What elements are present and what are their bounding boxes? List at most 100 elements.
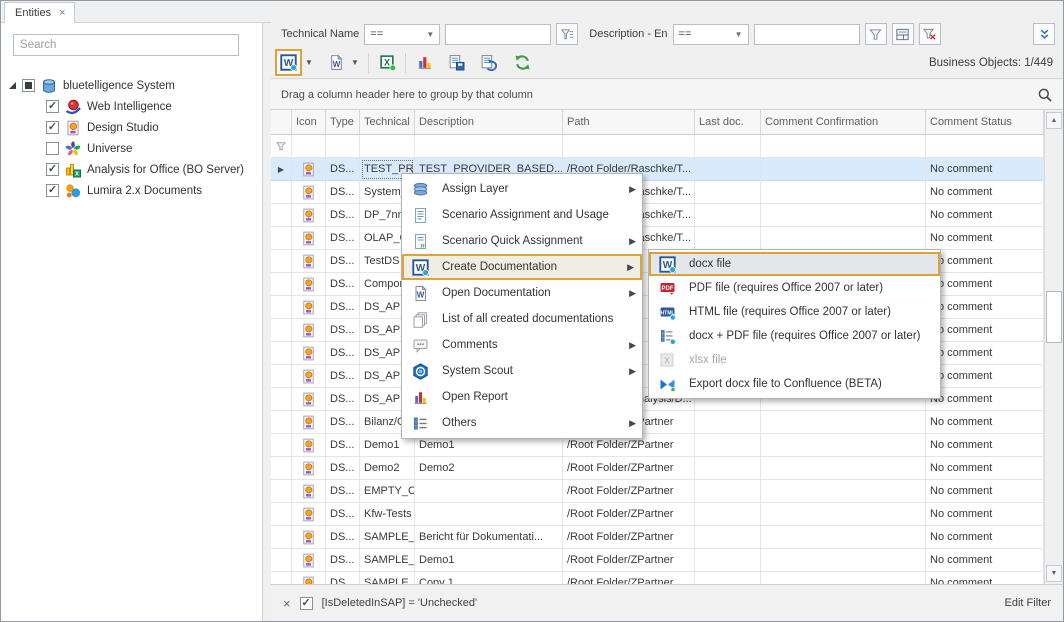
- design-studio-file-icon[interactable]: [292, 457, 326, 480]
- cell-last-doc[interactable]: [695, 526, 761, 549]
- design-studio-file-icon[interactable]: [292, 434, 326, 457]
- autofilter-cell[interactable]: [761, 135, 926, 158]
- tab-entities[interactable]: Entities ×: [4, 2, 75, 23]
- cell-description[interactable]: Demo2: [415, 457, 563, 480]
- menu-item-comments[interactable]: Comments▶: [402, 332, 642, 358]
- cell-comment-confirmation[interactable]: [761, 526, 926, 549]
- menu-item-scenario-quick-assignment[interactable]: »Scenario Quick Assignment▶: [402, 228, 642, 254]
- cell-type[interactable]: DS...: [326, 296, 360, 319]
- tree-checkbox[interactable]: ✓: [46, 100, 59, 113]
- cell-type[interactable]: DS...: [326, 250, 360, 273]
- column-header-description[interactable]: Description: [415, 110, 563, 134]
- design-studio-file-icon[interactable]: [292, 227, 326, 250]
- cell-last-doc[interactable]: [695, 181, 761, 204]
- cell-type[interactable]: DS...: [326, 158, 360, 181]
- cell-type[interactable]: DS...: [326, 503, 360, 526]
- row-indicator-cell[interactable]: [271, 250, 292, 273]
- column-header-technical[interactable]: Technical ...: [360, 110, 415, 134]
- row-indicator-cell[interactable]: [271, 296, 292, 319]
- cell-path[interactable]: /Root Folder/ZPartner: [563, 526, 695, 549]
- filter-active-checkbox[interactable]: ✓: [300, 597, 313, 610]
- cell-description[interactable]: Demo1: [415, 549, 563, 572]
- filter-editor-button[interactable]: [892, 23, 914, 45]
- cell-comment-status[interactable]: No comment: [926, 250, 1044, 273]
- cell-comment-status[interactable]: No comment: [926, 181, 1044, 204]
- design-studio-file-icon[interactable]: [292, 273, 326, 296]
- cell-type[interactable]: DS...: [326, 204, 360, 227]
- cell-path[interactable]: /Root Folder/ZPartner: [563, 480, 695, 503]
- column-header-comment-confirmation[interactable]: Comment Confirmation: [761, 110, 926, 134]
- cell-last-doc[interactable]: [695, 457, 761, 480]
- row-indicator-cell[interactable]: [271, 273, 292, 296]
- cell-comment-status[interactable]: No comment: [926, 457, 1044, 480]
- cell-comment-status[interactable]: No comment: [926, 296, 1044, 319]
- cell-comment-status[interactable]: No comment: [926, 526, 1044, 549]
- design-studio-file-icon[interactable]: [292, 342, 326, 365]
- cell-type[interactable]: DS...: [326, 227, 360, 250]
- autofilter-cell[interactable]: [326, 135, 360, 158]
- table-row[interactable]: DS...OLAP_C/Root Folder/Raschke/T...No c…: [271, 227, 1063, 250]
- create-docx-dropdown[interactable]: ▼: [302, 51, 316, 75]
- table-row[interactable]: ▶DS...TEST_PR...TEST_PROVIDER_BASED.../R…: [271, 158, 1063, 181]
- scroll-up-icon[interactable]: ▲: [1046, 112, 1062, 129]
- row-indicator-cell[interactable]: ▶: [271, 158, 292, 181]
- cell-last-doc[interactable]: [695, 227, 761, 250]
- cell-type[interactable]: DS...: [326, 434, 360, 457]
- cell-comment-confirmation[interactable]: [761, 480, 926, 503]
- row-indicator-cell[interactable]: [271, 365, 292, 388]
- tree-checkbox[interactable]: ✓: [46, 184, 59, 197]
- edit-filter-link[interactable]: Edit Filter: [1005, 597, 1051, 609]
- cell-type[interactable]: DS...: [326, 342, 360, 365]
- description-filter-input[interactable]: [754, 24, 860, 45]
- autofilter-funnel-icon[interactable]: [271, 135, 292, 158]
- tab-close-icon[interactable]: ×: [59, 7, 65, 19]
- tree-node[interactable]: ✓Web Intelligence: [1, 96, 262, 117]
- table-row[interactable]: DS...Bilanz/G/Root Folder/ZPartnerNo com…: [271, 411, 1063, 434]
- cell-comment-status[interactable]: No comment: [926, 158, 1044, 181]
- menu-item-assign-layer[interactable]: Assign Layer▶: [402, 176, 642, 202]
- cell-type[interactable]: DS...: [326, 181, 360, 204]
- cell-type[interactable]: DS...: [326, 549, 360, 572]
- save-report-button[interactable]: [444, 51, 468, 75]
- menu-item-create-documentation[interactable]: WCreate Documentation▶: [402, 254, 642, 280]
- menu-item-open-documentation[interactable]: WOpen Documentation▶: [402, 280, 642, 306]
- cell-technical-name[interactable]: Kfw-Tests: [360, 503, 415, 526]
- cell-type[interactable]: DS...: [326, 480, 360, 503]
- menu-item-system-scout[interactable]: System Scout▶: [402, 358, 642, 384]
- design-studio-file-icon[interactable]: [292, 549, 326, 572]
- design-studio-file-icon[interactable]: [292, 181, 326, 204]
- column-header-icon[interactable]: Icon: [292, 110, 326, 134]
- submenu-item-docx-pdf-file-requires-office-2007-or-later[interactable]: docx + PDF file (requires Office 2007 or…: [649, 324, 940, 348]
- scrollbar-thumb[interactable]: [1046, 291, 1062, 343]
- cell-type[interactable]: DS...: [326, 273, 360, 296]
- row-indicator-cell[interactable]: [271, 181, 292, 204]
- export-xlsx-button[interactable]: X: [375, 51, 399, 75]
- menu-item-list-of-all-created-documentations[interactable]: List of all created documentations: [402, 306, 642, 332]
- cell-last-doc[interactable]: [695, 204, 761, 227]
- cell-type[interactable]: DS...: [326, 388, 360, 411]
- cell-description[interactable]: [415, 480, 563, 503]
- autofilter-cell[interactable]: [360, 135, 415, 158]
- design-studio-file-icon[interactable]: [292, 411, 326, 434]
- design-studio-file-icon[interactable]: [292, 204, 326, 227]
- table-row[interactable]: DS...DP_7nn/Root Folder/Raschke/T...No c…: [271, 204, 1063, 227]
- cell-comment-confirmation[interactable]: [761, 572, 926, 584]
- row-indicator-cell[interactable]: [271, 503, 292, 526]
- row-indicator-cell[interactable]: [271, 457, 292, 480]
- cell-comment-confirmation[interactable]: [761, 457, 926, 480]
- clear-filter-button[interactable]: ✕: [919, 23, 941, 45]
- cell-type[interactable]: DS...: [326, 572, 360, 584]
- design-studio-file-icon[interactable]: [292, 296, 326, 319]
- table-row[interactable]: DS...SAMPLE_...Demo1/Root Folder/ZPartne…: [271, 549, 1063, 572]
- menu-item-others[interactable]: Others▶: [402, 410, 642, 436]
- menu-item-scenario-assignment-and-usage[interactable]: Scenario Assignment and Usage: [402, 202, 642, 228]
- row-indicator-cell[interactable]: [271, 434, 292, 457]
- table-row[interactable]: DS...SAMPLE_...Bericht für Dokumentati..…: [271, 526, 1063, 549]
- tree-node-root[interactable]: bluetelligence System: [1, 75, 262, 96]
- cell-comment-status[interactable]: No comment: [926, 503, 1044, 526]
- refresh-button[interactable]: [510, 51, 534, 75]
- description-operator-select[interactable]: ==▼: [673, 24, 749, 45]
- cell-last-doc[interactable]: [695, 411, 761, 434]
- table-row[interactable]: DS...Demo1Demo1/Root Folder/ZPartnerNo c…: [271, 434, 1063, 457]
- group-by-drop-zone[interactable]: Drag a column header here to group by th…: [271, 80, 1063, 110]
